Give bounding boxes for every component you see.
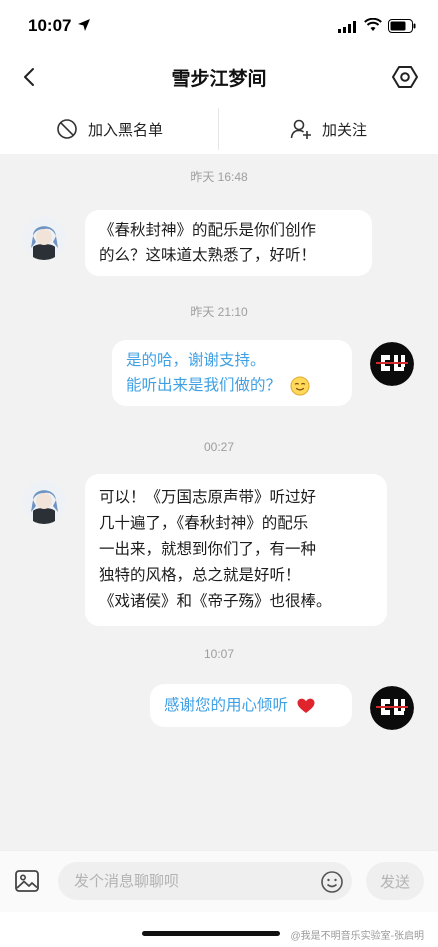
message-line: 独特的风格，总之就是好听！ <box>99 566 301 584</box>
add-user-icon <box>290 119 311 139</box>
action-row: 加入黑名单 加关注 <box>0 104 438 154</box>
message-bubble-outgoing: 是的哈，谢谢支持。 能听出来是我们做的？ <box>112 340 352 406</box>
nav-bar: 雪步江梦间 <box>0 54 438 100</box>
message-line: 感谢您的用心倾听 <box>164 693 338 718</box>
chat-area[interactable]: 昨天 16:48 《春秋封神》的配乐是你们创作 的么？这味道太熟悉了，好听！ 昨… <box>0 154 438 850</box>
avatar-other-user[interactable] <box>22 480 66 524</box>
watermark: @我是不明音乐实验室-张启明 <box>290 931 424 942</box>
avatar-other-user[interactable] <box>22 216 66 260</box>
red-heart-icon <box>297 698 315 713</box>
action-divider <box>218 108 219 150</box>
status-time: 10:07 <box>28 16 72 35</box>
message-line: 的么？这味道太熟悉了，好听！ <box>99 246 317 264</box>
message-timestamp: 10:07 <box>203 647 235 661</box>
message-timestamp: 昨天 21:10 <box>190 305 248 319</box>
message-text: 能听出来是我们做的？ <box>126 376 282 394</box>
message-input-bar: 发送 <box>0 850 438 912</box>
home-indicator <box>142 931 280 936</box>
message-input[interactable] <box>58 862 352 900</box>
location-arrow-icon <box>78 19 90 31</box>
message-text: 感谢您的用心倾听 <box>164 696 289 714</box>
page-title: 雪步江梦间 <box>171 68 267 90</box>
message-bubble-outgoing: 感谢您的用心倾听 <box>150 684 352 727</box>
message-line: 《戏诸侯》和《帝子殇》也很棒。 <box>99 592 332 610</box>
image-picker-icon[interactable] <box>14 868 40 894</box>
message-bubble-incoming: 《春秋封神》的配乐是你们创作 的么？这味道太熟悉了，好听！ <box>85 210 372 276</box>
battery-icon <box>388 19 416 33</box>
avatar-self[interactable] <box>370 342 414 386</box>
message-timestamp: 00:27 <box>203 440 235 454</box>
follow-label: 加关注 <box>321 120 367 139</box>
message-line: 能听出来是我们做的？ <box>126 373 338 398</box>
message-line: 一出来，就想到你们了，有一种 <box>99 540 317 558</box>
block-button[interactable]: 加入黑名单 <box>0 104 219 154</box>
message-line: 可以！《万国志原声带》听过好 <box>99 488 317 506</box>
smile-emoji-icon <box>290 376 310 395</box>
settings-hexagon-icon[interactable] <box>392 64 418 90</box>
message-line: 几十遍了，《春秋封神》的配乐 <box>99 514 309 532</box>
wifi-icon <box>364 18 382 31</box>
avatar-self[interactable] <box>370 686 414 730</box>
message-line: 是的哈，谢谢支持。 <box>126 351 266 369</box>
send-button[interactable]: 发送 <box>366 862 424 900</box>
status-bar: 10:07 <box>0 0 438 54</box>
message-bubble-incoming: 可以！《万国志原声带》听过好 几十遍了，《春秋封神》的配乐 一出来，就想到你们了… <box>85 474 387 626</box>
block-label: 加入黑名单 <box>87 120 163 139</box>
block-icon <box>57 119 77 139</box>
message-line: 《春秋封神》的配乐是你们创作 <box>99 221 317 239</box>
signal-icon <box>338 21 356 33</box>
follow-button[interactable]: 加关注 <box>219 104 438 154</box>
message-timestamp: 昨天 16:48 <box>190 170 248 184</box>
emoji-picker-icon[interactable] <box>320 870 344 894</box>
